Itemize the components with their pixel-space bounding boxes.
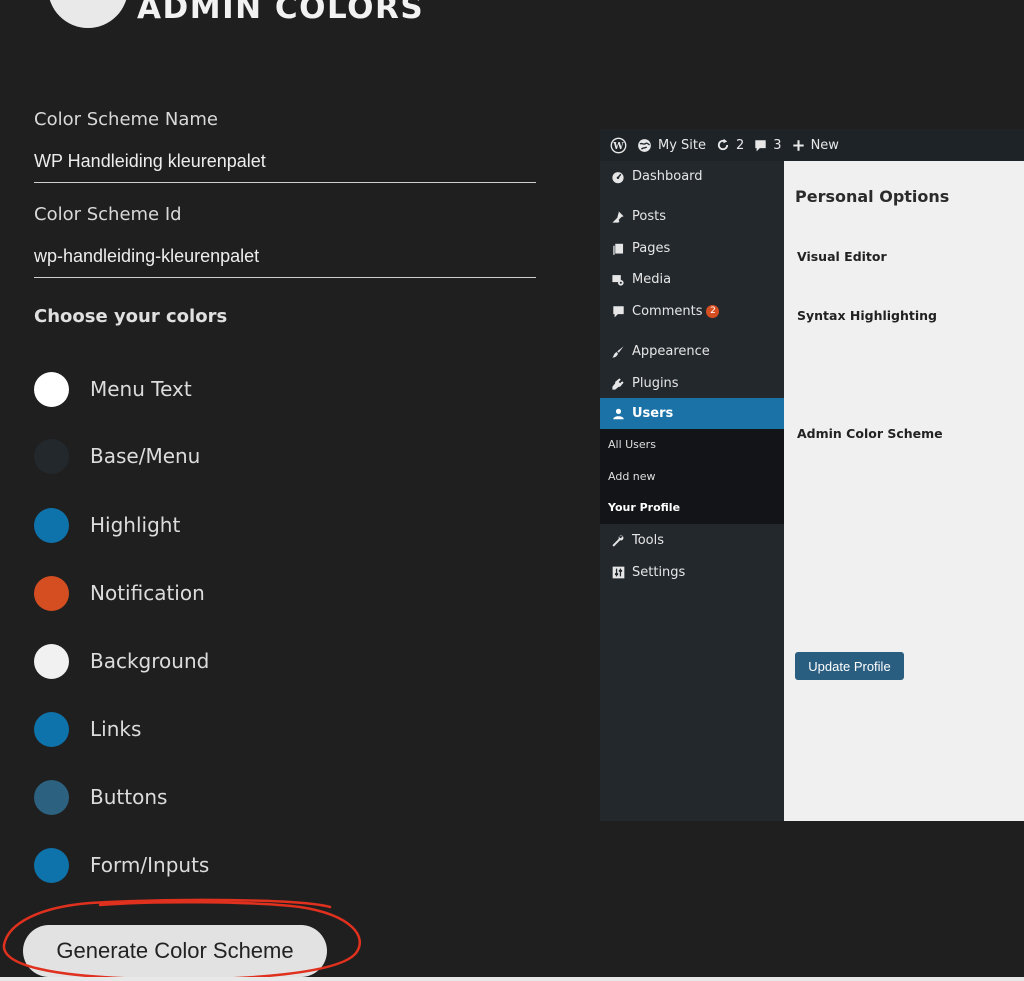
- generate-color-scheme-button[interactable]: Generate Color Scheme: [23, 925, 327, 977]
- color-swatch[interactable]: [34, 575, 69, 611]
- wrench-icon: [610, 534, 626, 548]
- color-swatch[interactable]: [34, 371, 69, 407]
- menu-tools[interactable]: Tools: [600, 525, 784, 556]
- color-label: Background: [90, 649, 210, 673]
- color-swatch[interactable]: [34, 507, 69, 543]
- brand-title: ADMIN COLORS: [137, 0, 425, 26]
- color-row-links[interactable]: Links: [34, 711, 334, 747]
- submenu-all-users[interactable]: All Users: [608, 438, 656, 451]
- adminbar-updates-count: 2: [736, 137, 745, 153]
- menu-comments[interactable]: Comments 2: [600, 296, 784, 327]
- color-row-notification[interactable]: Notification: [34, 575, 334, 611]
- menu-label: Plugins: [632, 376, 679, 391]
- adminbar-new[interactable]: New: [792, 138, 839, 153]
- bottom-strip: [0, 977, 1024, 981]
- comment-bubble-icon: [754, 139, 767, 152]
- menu-label: Comments: [632, 304, 703, 319]
- menu-label: Users: [632, 406, 674, 421]
- refresh-icon: [716, 138, 730, 152]
- syntax-highlighting-label: Syntax Highlighting: [797, 308, 937, 323]
- menu-label: Tools: [632, 533, 665, 548]
- wp-profile-main: Personal Options Visual Editor Syntax Hi…: [784, 161, 1024, 821]
- color-row-form-inputs[interactable]: Form/Inputs: [34, 847, 334, 883]
- menu-dashboard[interactable]: Dashboard: [600, 161, 784, 192]
- color-label: Links: [90, 717, 142, 741]
- pushpin-icon: [610, 210, 626, 224]
- visual-editor-label: Visual Editor: [797, 249, 887, 264]
- logo-circle: [48, 0, 128, 28]
- plug-icon: [610, 377, 626, 391]
- color-label: Notification: [90, 581, 205, 605]
- menu-label: Appearence: [632, 344, 710, 359]
- wp-logo-icon[interactable]: W: [610, 137, 627, 154]
- scheme-id-label: Color Scheme Id: [34, 204, 182, 225]
- menu-appearance[interactable]: Appearence: [600, 336, 784, 367]
- color-label: Base/Menu: [90, 444, 201, 468]
- menu-label: Posts: [632, 209, 666, 224]
- plus-icon: [792, 139, 805, 152]
- menu-label: Dashboard: [632, 169, 703, 184]
- adminbar-new-label: New: [810, 137, 839, 153]
- adminbar-comments[interactable]: 3: [754, 137, 782, 153]
- menu-plugins[interactable]: Plugins: [600, 368, 784, 399]
- submenu-add-new[interactable]: Add new: [608, 470, 656, 483]
- color-swatch[interactable]: [34, 438, 69, 474]
- menu-settings[interactable]: Settings: [600, 557, 784, 588]
- update-profile-button[interactable]: Update Profile: [795, 652, 904, 680]
- scheme-name-label: Color Scheme Name: [34, 109, 218, 130]
- wp-admin-preview: W My Site 2 3 New Dashboard Posts Pages …: [600, 129, 1024, 821]
- menu-pages[interactable]: Pages: [600, 233, 784, 264]
- color-label: Menu Text: [90, 377, 192, 401]
- menu-users[interactable]: Users: [600, 398, 784, 429]
- menu-label: Pages: [632, 241, 671, 256]
- color-row-base-menu[interactable]: Base/Menu: [34, 438, 334, 474]
- color-swatch[interactable]: [34, 847, 69, 883]
- wp-admin-bar: W My Site 2 3 New: [600, 129, 1024, 161]
- menu-label: Settings: [632, 565, 686, 580]
- admin-color-scheme-label: Admin Color Scheme: [797, 426, 943, 441]
- color-label: Buttons: [90, 785, 168, 809]
- adminbar-updates[interactable]: 2: [716, 138, 744, 153]
- comments-badge: 2: [706, 305, 720, 318]
- personal-options-title: Personal Options: [795, 187, 950, 206]
- dashboard-gauge-icon: [610, 170, 626, 184]
- color-row-menu-text[interactable]: Menu Text: [34, 371, 334, 407]
- color-row-buttons[interactable]: Buttons: [34, 779, 334, 815]
- pages-icon: [610, 242, 626, 256]
- menu-posts[interactable]: Posts: [600, 201, 784, 232]
- svg-text:W: W: [612, 140, 624, 151]
- settings-sliders-icon: [610, 566, 626, 579]
- adminbar-site-label: My Site: [658, 137, 707, 153]
- media-icon: [610, 273, 626, 287]
- comment-bubble-icon: [610, 305, 626, 318]
- user-icon: [610, 407, 626, 421]
- scheme-name-input[interactable]: WP Handleiding kleurenpalet: [34, 151, 536, 183]
- globe-icon: [637, 138, 652, 153]
- choose-colors-title: Choose your colors: [34, 306, 228, 327]
- color-swatch[interactable]: [34, 779, 69, 815]
- color-swatch[interactable]: [34, 711, 69, 747]
- adminbar-site[interactable]: My Site: [637, 138, 706, 153]
- color-label: Highlight: [90, 513, 181, 537]
- submenu-your-profile[interactable]: Your Profile: [608, 501, 680, 514]
- color-label: Form/Inputs: [90, 853, 210, 877]
- users-submenu: All Users Add new Your Profile: [600, 429, 784, 524]
- color-row-highlight[interactable]: Highlight: [34, 507, 334, 543]
- scheme-id-input[interactable]: wp-handleiding-kleurenpalet: [34, 246, 536, 278]
- adminbar-comments-count: 3: [773, 137, 782, 153]
- wp-admin-sidebar: Dashboard Posts Pages Media Comments 2 A…: [600, 161, 784, 821]
- menu-label: Media: [632, 272, 672, 287]
- color-swatch[interactable]: [34, 643, 69, 679]
- menu-media[interactable]: Media: [600, 264, 784, 295]
- color-row-background[interactable]: Background: [34, 643, 334, 679]
- paintbrush-icon: [610, 345, 626, 359]
